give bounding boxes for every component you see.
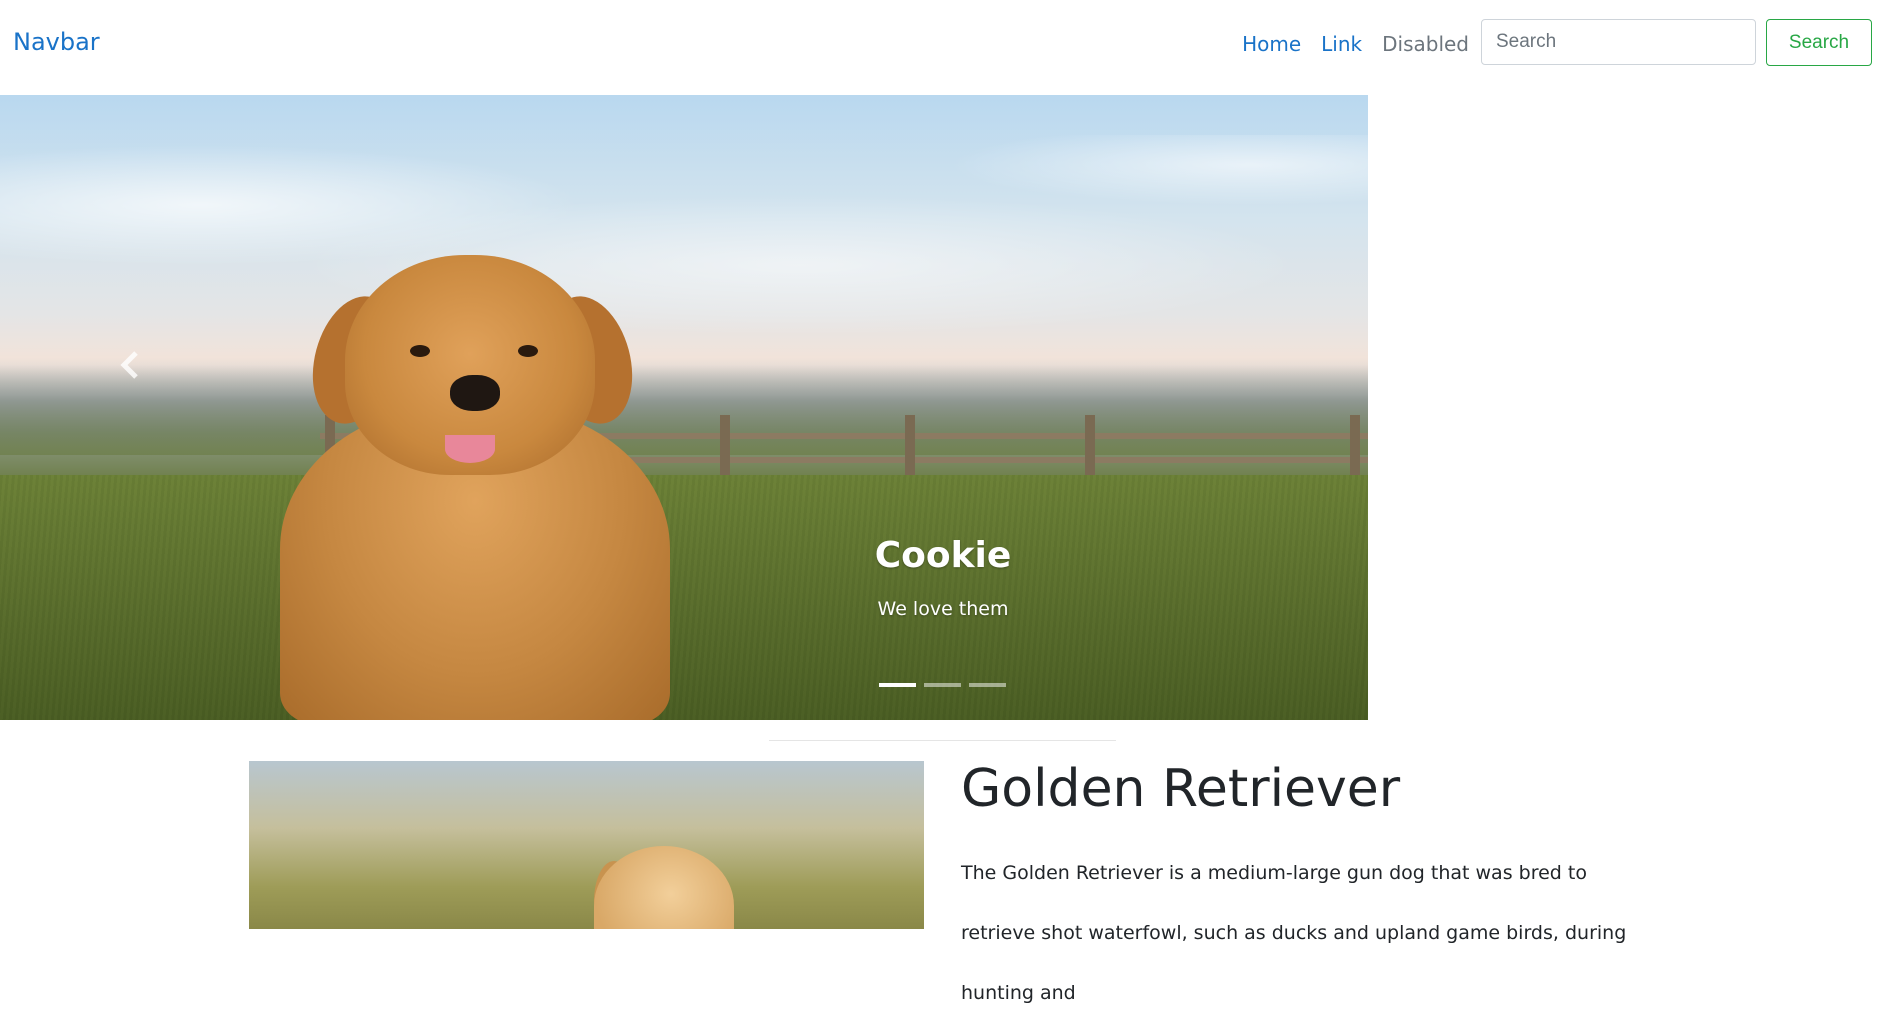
dog-image — [250, 255, 710, 720]
divider — [769, 740, 1116, 741]
search-button[interactable]: Search — [1766, 19, 1872, 66]
nav-link-disabled: Disabled — [1382, 32, 1469, 56]
carousel-indicator-1[interactable] — [879, 683, 916, 687]
carousel-indicator-3[interactable] — [969, 683, 1006, 687]
article-title: Golden Retriever — [961, 759, 1401, 819]
search-input[interactable] — [1481, 19, 1756, 65]
nav-link-link[interactable]: Link — [1311, 32, 1372, 56]
article-text: The Golden Retriever is a medium-large g… — [961, 862, 1627, 1004]
caption-title: Cookie — [874, 535, 1012, 576]
article-image — [249, 761, 924, 929]
navbar: Navbar Home Link Disabled Search — [0, 0, 1879, 95]
navbar-brand[interactable]: Navbar — [13, 28, 100, 56]
chevron-left-icon — [120, 351, 138, 379]
carousel: Cookie We love them — [0, 95, 1368, 720]
caption-text: We love them — [877, 598, 1009, 620]
nav-links: Home Link Disabled — [1232, 32, 1479, 56]
carousel-indicators — [879, 683, 1006, 687]
nav-link-home[interactable]: Home — [1232, 32, 1311, 56]
carousel-indicator-2[interactable] — [924, 683, 961, 687]
carousel-prev-button[interactable] — [100, 335, 160, 395]
